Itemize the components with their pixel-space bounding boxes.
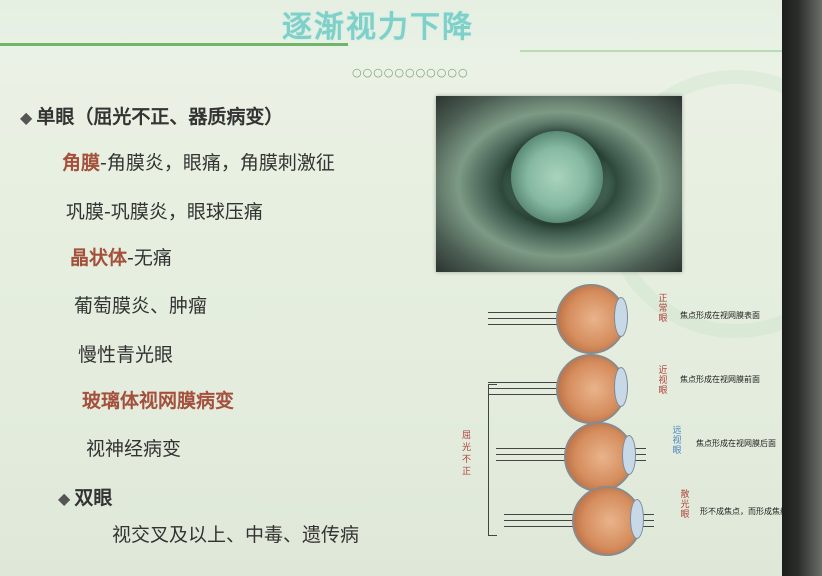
binocular-line: ◆ 双眼: [58, 483, 112, 510]
eye-type-desc: 形不成焦点，而形成焦线: [700, 507, 788, 516]
slide: 逐渐视力下降 ○○○○○○○○○○○ ◆ 单眼（屈光不正、器质病变） 角膜-角膜炎…: [0, 0, 790, 576]
eye-type-desc: 焦点形成在视网膜后面: [696, 439, 776, 448]
lens-line: 晶状体-无痛: [70, 243, 172, 270]
cornea-line: 角膜-角膜炎，眼痛，角膜刺激征: [62, 148, 335, 175]
eye-photo: [436, 96, 682, 272]
eye-type-label: 远视眼: [672, 426, 682, 456]
cornea-heading: 角膜: [62, 152, 101, 174]
binocular-detail: 视交叉及以上、中毒、遗传病: [112, 524, 360, 546]
lens-icon: [630, 499, 644, 539]
vitreous-line: 玻璃体视网膜病变: [82, 390, 235, 412]
lens-text: -无痛: [127, 247, 172, 269]
optic-line: 视神经病变: [86, 438, 182, 460]
monocular-heading: 单眼: [36, 106, 75, 128]
diamond-bullet-icon: ◆: [20, 108, 33, 127]
sclera-line: 巩膜-巩膜炎，眼球压痛: [66, 201, 263, 223]
eye-type-label: 散光眼: [680, 490, 690, 520]
glaucoma-line: 慢性青光眼: [78, 344, 174, 366]
cornea-text: -角膜炎，眼痛，角膜刺激征: [100, 152, 335, 174]
monocular-paren: （屈光不正、器质病变）: [74, 106, 284, 128]
title-underline-right: [520, 50, 790, 52]
eye-type-label: 正常眼: [658, 294, 668, 324]
eye-photo-pupil: [511, 131, 603, 223]
eye-type-desc: 焦点形成在视网膜表面: [680, 311, 760, 320]
monocular-line: ◆ 单眼（屈光不正、器质病变）: [20, 102, 283, 129]
lens-icon: [622, 435, 636, 475]
title-dots: ○○○○○○○○○○○: [352, 66, 469, 79]
eye-row-normal: 正常眼 焦点形成在视网膜表面: [460, 282, 790, 354]
eye-row-hyperopia: 远视眼 焦点形成在视网膜后面: [460, 418, 790, 492]
refraction-diagram: 屈光不正 正常眼 焦点形成在视网膜表面 近视眼 焦点形成在视网膜前面 远视眼 焦…: [460, 280, 790, 570]
lens-heading: 晶状体: [70, 247, 128, 269]
eye-type-desc: 焦点形成在视网膜前面: [680, 375, 760, 384]
projector-screen-edge: [782, 0, 822, 576]
diamond-bullet-icon: ◆: [58, 489, 71, 508]
lens-icon: [614, 297, 628, 337]
binocular-heading: 双眼: [74, 487, 113, 509]
eye-row-astigmatism: 散光眼 形不成焦点，而形成焦线: [460, 486, 790, 556]
slide-title: 逐渐视力下降: [282, 10, 474, 45]
lens-icon: [614, 367, 628, 407]
eye-type-label: 近视眼: [658, 366, 668, 396]
eye-row-myopia: 近视眼 焦点形成在视网膜前面: [460, 354, 790, 424]
uveitis-line: 葡萄膜炎、肿瘤: [74, 295, 208, 317]
